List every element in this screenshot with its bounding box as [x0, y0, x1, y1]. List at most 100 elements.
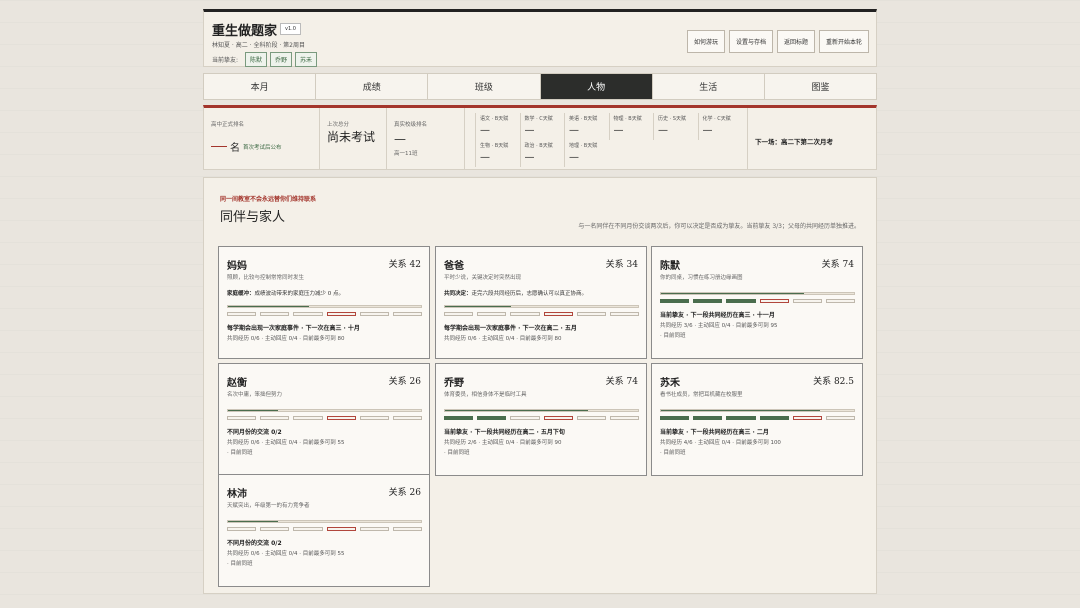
subject-score: —	[702, 125, 713, 136]
experience-segment	[693, 416, 723, 420]
person-card[interactable]: 陈默 关系 74 你的同桌，习惯在练习册边缘画图 当前挚友 · 下一段共同经历在高三 …	[651, 246, 863, 359]
relationship-bar	[444, 305, 639, 308]
relationship-score: 关系 42	[388, 260, 421, 270]
person-card[interactable]: 赵衡 关系 26 名次中庸，笨拙但努力 不同月份的交流 0/2 共同经历 0/6 · 主…	[218, 363, 430, 476]
rank-label: 高中正式排名	[211, 122, 245, 128]
experience-segment	[726, 416, 756, 420]
experience-segment	[543, 416, 573, 420]
experience-segment	[609, 312, 640, 316]
person-card[interactable]: 爸爸 关系 34 平时少说，关键决定时突然出现 共同决定：走完六段共同经历后，志愿确认…	[435, 246, 647, 359]
person-name: 苏禾	[660, 378, 680, 389]
person-name: 赵衡	[227, 378, 247, 389]
subject-score: —	[613, 125, 624, 136]
experience-segment	[576, 416, 606, 420]
header-buttons: 如何游玩 设置与存档 返回标题 重新开始本轮	[686, 30, 869, 53]
app-title: 重生做题家	[212, 24, 278, 39]
relationship-bar	[227, 409, 422, 412]
person-class-status: · 目前同班	[227, 450, 253, 456]
tab-grades[interactable]: 成绩	[316, 74, 429, 99]
person-event: 每学期会出现一次家庭事件 · 下一次在高二 · 五月	[444, 325, 577, 332]
tab-life[interactable]: 生活	[653, 74, 765, 99]
person-note: 共同决定：走完六段共同经历后，志愿确认可以真正协商。	[444, 289, 587, 297]
school-rank-stat: 真实校级排名 — 高一11班	[387, 108, 465, 169]
person-card[interactable]: 乔野 关系 74 体育委员，相信身体不是临时工具 当前挚友 · 下一段共同经历在高二 …	[435, 363, 647, 476]
school-rank-value: —	[394, 132, 406, 146]
note-text: 走完六段共同经历后，志愿确认可以真正协商。	[471, 291, 588, 297]
shared-experience-segments	[660, 416, 856, 420]
tab-gallery[interactable]: 图鉴	[765, 74, 876, 99]
tab-class[interactable]: 班级	[428, 74, 541, 99]
section-kicker: 同一间教室不会永远替你们维持联系	[220, 196, 317, 203]
person-event: 当前挚友 · 下一段共同经历在高三 · 二月	[660, 429, 769, 436]
person-description: 你的同桌，习惯在练习册边缘画图	[660, 275, 743, 281]
shared-experience-segments	[227, 527, 423, 531]
restart-round-button[interactable]: 重新开始本轮	[818, 30, 869, 53]
relationship-bar-fill	[445, 410, 588, 411]
subjects-stat: 语文 · B天赋 — 数学 · C天赋 — 英语 · B天赋 — 物理 · B天赋 — …	[465, 108, 748, 169]
experience-segment	[543, 312, 573, 316]
person-name: 乔野	[444, 378, 464, 389]
subject-score: —	[569, 125, 579, 136]
person-card[interactable]: 妈妈 关系 42 照顾，比较与控制常常同时发生 家庭缓冲：成绩波动带来的家庭压力减少 …	[218, 246, 430, 359]
subject-name: 生物 · B天赋	[480, 143, 509, 149]
subject-cell: 历史 · S天赋 —	[653, 113, 698, 140]
person-card[interactable]: 苏禾 关系 82.5 看书社成员，常把耳机藏在校服里 当前挚友 · 下一段共同经历在高…	[651, 363, 863, 476]
relationship-bar	[660, 292, 855, 295]
subject-cell: 数学 · C天赋 —	[519, 113, 565, 140]
experience-segment	[510, 416, 540, 420]
subject-name: 语文 · B天赋	[480, 116, 509, 122]
person-card[interactable]: 林沛 关系 26 天赋突出，年级第一的有力竞争者 不同月份的交流 0/2 共同经历 0/…	[218, 474, 430, 587]
tab-characters[interactable]: 人物	[540, 74, 653, 99]
tab-month[interactable]: 本月	[204, 74, 317, 99]
relationship-bar	[444, 409, 639, 412]
relationship-bar	[660, 409, 855, 412]
person-name: 爸爸	[444, 261, 464, 272]
person-class-status: · 目前同班	[444, 450, 470, 456]
subject-cell: 生物 · B天赋 —	[475, 140, 520, 167]
person-description: 天赋突出，年级第一的有力竞争者	[227, 503, 310, 509]
person-progress: 共同经历 0/6 · 主动回应 0/4 · 目前最多可到 55	[227, 440, 345, 446]
relationship-score: 关系 82.5	[813, 377, 854, 387]
last-score-label: 上次总分	[327, 122, 350, 128]
subject-score: —	[569, 152, 579, 163]
person-progress: 共同经历 0/6 · 主动回应 0/4 · 目前最多可到 55	[227, 551, 345, 557]
experience-segment	[260, 312, 290, 316]
main-tabs: 本月 成绩 班级 人物 生活 图鉴	[203, 73, 877, 100]
shared-experience-segments	[444, 312, 640, 316]
subject-name: 化学 · C天赋	[702, 116, 731, 122]
rank-placeholder-dash	[211, 146, 227, 147]
experience-segment	[477, 416, 507, 420]
person-note: 家庭缓冲：成绩波动带来的家庭压力减少 0 点。	[227, 289, 344, 297]
experience-segment	[792, 299, 822, 303]
stats-bar: 高中正式排名 名 首次考试后公布 上次总分 尚未考试 真实校级排名 — 高一11…	[203, 105, 877, 170]
note-label: 家庭缓冲：	[227, 291, 255, 297]
return-title-button[interactable]: 返回标题	[776, 30, 815, 53]
next-exam: 下一场：高二下第二次月考	[755, 138, 833, 146]
rank-note: 首次考试后公布	[243, 144, 282, 151]
person-progress: 共同经历 0/6 · 主动回应 0/4 · 目前最多可到 80	[227, 336, 345, 342]
person-class-status: · 目前同班	[227, 561, 253, 567]
person-name: 陈默	[660, 261, 680, 272]
note-label: 共同决定：	[444, 291, 472, 297]
settings-save-button[interactable]: 设置与存档	[728, 30, 773, 53]
relationship-score: 关系 26	[388, 488, 421, 498]
experience-segment	[326, 312, 356, 316]
experience-segment	[444, 416, 474, 420]
experience-segment	[392, 527, 423, 531]
how-to-play-button[interactable]: 如何游玩	[686, 30, 725, 53]
experience-segment	[392, 416, 423, 420]
section-note: 与一名同伴在不同月份交谈两次后，你可以决定是否成为挚友。当前挚友 3/3；父母的…	[578, 223, 860, 230]
relationship-bar-fill	[661, 293, 804, 294]
relationship-bar-fill	[228, 306, 310, 307]
person-description: 名次中庸，笨拙但努力	[227, 392, 283, 398]
companions-label: 当前挚友:	[212, 57, 239, 64]
experience-segment	[576, 312, 606, 316]
subject-cell: 语文 · B天赋 —	[475, 113, 520, 140]
companion-tag: 陈默	[245, 52, 268, 67]
player-info: 林知夏 · 高二 · 全科阶段 · 第2周目	[212, 42, 305, 49]
relationship-score: 关系 74	[821, 260, 854, 270]
experience-segment	[609, 416, 640, 420]
section-title: 同伴与家人	[220, 210, 286, 225]
person-event: 不同月份的交流 0/2	[227, 429, 282, 436]
subject-name: 地理 · B天赋	[569, 143, 598, 149]
